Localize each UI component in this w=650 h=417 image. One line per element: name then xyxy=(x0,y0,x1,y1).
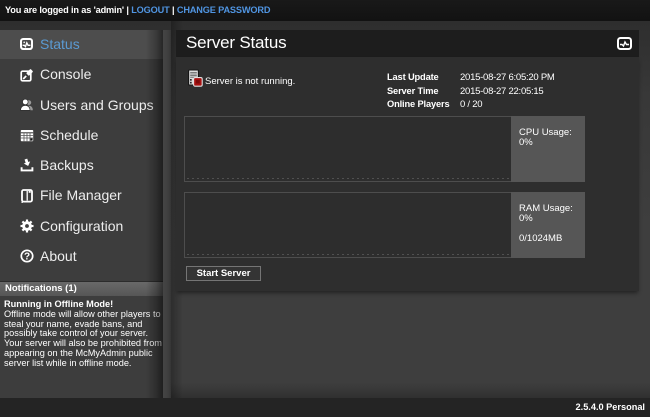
svg-text:?: ? xyxy=(24,252,30,263)
